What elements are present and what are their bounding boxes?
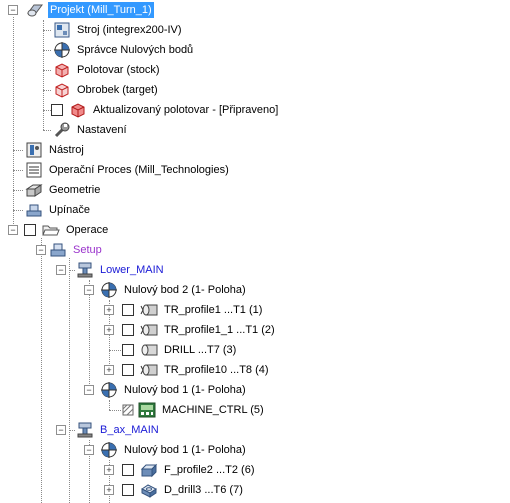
- tree-item-d-drill3[interactable]: D_drill3 ...T6 (7): [122, 480, 245, 500]
- tree-item-tr-profile1-1[interactable]: TR_profile1_1 ...T1 (2): [122, 320, 277, 340]
- collapse-icon[interactable]: −: [8, 225, 18, 235]
- collapse-icon[interactable]: −: [36, 245, 46, 255]
- tree-item-drill[interactable]: DRILL ...T7 (3): [122, 340, 238, 360]
- collapse-icon[interactable]: −: [84, 445, 94, 455]
- visibility-checkbox[interactable]: [122, 304, 134, 316]
- target-icon: [53, 81, 71, 99]
- tree-item-label: Polotovar (stock): [77, 64, 160, 76]
- geometry-icon: [25, 181, 43, 199]
- tree-item-obrobek[interactable]: Obrobek (target): [53, 80, 160, 100]
- tree-item-geometrie[interactable]: Geometrie: [25, 180, 102, 200]
- expand-icon[interactable]: +: [104, 465, 114, 475]
- tree-item-label: DRILL ...T7 (3): [164, 344, 237, 356]
- tree-item-b-ax-main[interactable]: B_ax_MAIN: [76, 420, 161, 440]
- process-list-icon: [25, 161, 43, 179]
- tree-item-lower-main[interactable]: Lower_MAIN: [76, 260, 166, 280]
- tree-item-tr-profile10[interactable]: TR_profile10 ...T8 (4): [122, 360, 271, 380]
- tree-item-label: D_drill3 ...T6 (7): [164, 484, 243, 496]
- tree-item-label: Obrobek (target): [77, 84, 158, 96]
- tree-item-label: Setup: [73, 244, 102, 256]
- collapse-icon[interactable]: −: [8, 5, 18, 15]
- tree-item-label: Stroj (integrex200-IV): [77, 24, 182, 36]
- turning-op-icon: [140, 301, 158, 319]
- tree-item-label: TR_profile1 ...T1 (1): [164, 304, 263, 316]
- tree-item-label: Aktualizovaný polotovar - [Připraveno]: [93, 104, 279, 116]
- spindle-icon: [76, 421, 94, 439]
- expand-icon[interactable]: +: [104, 365, 114, 375]
- visibility-checkbox[interactable]: [122, 364, 134, 376]
- visibility-checkbox[interactable]: [122, 484, 134, 496]
- tree-item-operacni-proces[interactable]: Operační Proces (Mill_Technologies): [25, 160, 231, 180]
- tree-item-f-profile2[interactable]: F_profile2 ...T2 (6): [122, 460, 256, 480]
- tree-item-label: Správce Nulových bodů: [77, 44, 194, 56]
- zero-point-icon: [100, 441, 118, 459]
- tree-item-operace[interactable]: Operace: [24, 220, 110, 240]
- tree-item-label: Nulový bod 1 (1- Poloha): [124, 444, 246, 456]
- fixture-icon: [25, 201, 43, 219]
- tree-item-label: MACHINE_CTRL (5): [162, 404, 264, 416]
- tree-item-nastroj[interactable]: Nástroj: [25, 140, 86, 160]
- visibility-checkbox[interactable]: [24, 224, 36, 236]
- spindle-icon: [76, 261, 94, 279]
- tree-item-upinace[interactable]: Upínače: [25, 200, 92, 220]
- tree-item-nulovy-bod-1[interactable]: Nulový bod 1 (1- Poloha): [100, 440, 248, 460]
- expand-icon[interactable]: +: [104, 485, 114, 495]
- tree-item-nulovy-bod-2[interactable]: Nulový bod 2 (1- Poloha): [100, 280, 248, 300]
- folder-open-icon: [42, 221, 60, 239]
- tree-item-tr-profile1[interactable]: TR_profile1 ...T1 (1): [122, 300, 264, 320]
- drill-op-icon: [140, 341, 158, 359]
- tool-icon: [25, 141, 43, 159]
- tree-item-label: B_ax_MAIN: [100, 424, 159, 436]
- tree-item-nulovy-bod-1[interactable]: Nulový bod 1 (1- Poloha): [100, 380, 248, 400]
- collapse-icon[interactable]: −: [84, 285, 94, 295]
- setup-icon: [49, 241, 67, 259]
- tree-item-label: Operace: [66, 224, 109, 236]
- tree-item-machine-ctrl[interactable]: MACHINE_CTRL (5): [122, 400, 266, 420]
- visibility-checkbox[interactable]: [122, 324, 134, 336]
- drilling-icon: [140, 481, 158, 499]
- zero-point-icon: [100, 381, 118, 399]
- tree-item-projekt[interactable]: Projekt (Mill_Turn_1): [26, 0, 154, 20]
- tree-item-label: TR_profile1_1 ...T1 (2): [164, 324, 275, 336]
- tree-item-label: Geometrie: [49, 184, 101, 196]
- machine-icon: [53, 21, 71, 39]
- project-icon: [26, 1, 44, 19]
- hatched-status-icon: [122, 401, 134, 419]
- zero-point-icon: [53, 41, 71, 59]
- tree-item-spravce[interactable]: Správce Nulových bodů: [53, 40, 195, 60]
- turning-op-icon: [140, 361, 158, 379]
- tree-item-label: F_profile2 ...T2 (6): [164, 464, 255, 476]
- collapse-icon[interactable]: −: [56, 265, 66, 275]
- tree-item-nastaveni[interactable]: Nastavení: [53, 120, 129, 140]
- tree-item-label: Nastavení: [77, 124, 127, 136]
- tree-item-label: TR_profile10 ...T8 (4): [164, 364, 269, 376]
- tree-item-label: Nulový bod 2 (1- Poloha): [124, 284, 246, 296]
- collapse-icon[interactable]: −: [84, 385, 94, 395]
- visibility-checkbox[interactable]: [51, 104, 63, 116]
- tree-item-label: Upínače: [49, 204, 90, 216]
- visibility-checkbox[interactable]: [122, 344, 134, 356]
- zero-point-icon: [100, 281, 118, 299]
- tree-item-setup[interactable]: Setup: [49, 240, 104, 260]
- tree-item-stroj[interactable]: Stroj (integrex200-IV): [53, 20, 184, 40]
- visibility-checkbox[interactable]: [122, 464, 134, 476]
- tree-item-label: Lower_MAIN: [100, 264, 164, 276]
- milling-profile-icon: [140, 461, 158, 479]
- updated-stock-icon: [69, 101, 87, 119]
- tree-item-label: Projekt (Mill_Turn_1): [48, 2, 154, 18]
- expand-icon[interactable]: +: [104, 305, 114, 315]
- turning-op-icon: [140, 321, 158, 339]
- tree-item-polotovar[interactable]: Polotovar (stock): [53, 60, 162, 80]
- wrench-icon: [53, 121, 71, 139]
- stock-icon: [53, 61, 71, 79]
- expand-icon[interactable]: +: [104, 325, 114, 335]
- tree-item-label: Nástroj: [49, 144, 84, 156]
- tree-item-label: Nulový bod 1 (1- Poloha): [124, 384, 246, 396]
- project-tree[interactable]: − − − − − + + + − − − + + Projekt (Mill_…: [0, 0, 510, 503]
- tree-item-aktualizovany[interactable]: Aktualizovaný polotovar - [Připraveno]: [51, 100, 280, 120]
- collapse-icon[interactable]: −: [56, 425, 66, 435]
- machine-control-icon: [138, 401, 156, 419]
- tree-item-label: Operační Proces (Mill_Technologies): [49, 164, 229, 176]
